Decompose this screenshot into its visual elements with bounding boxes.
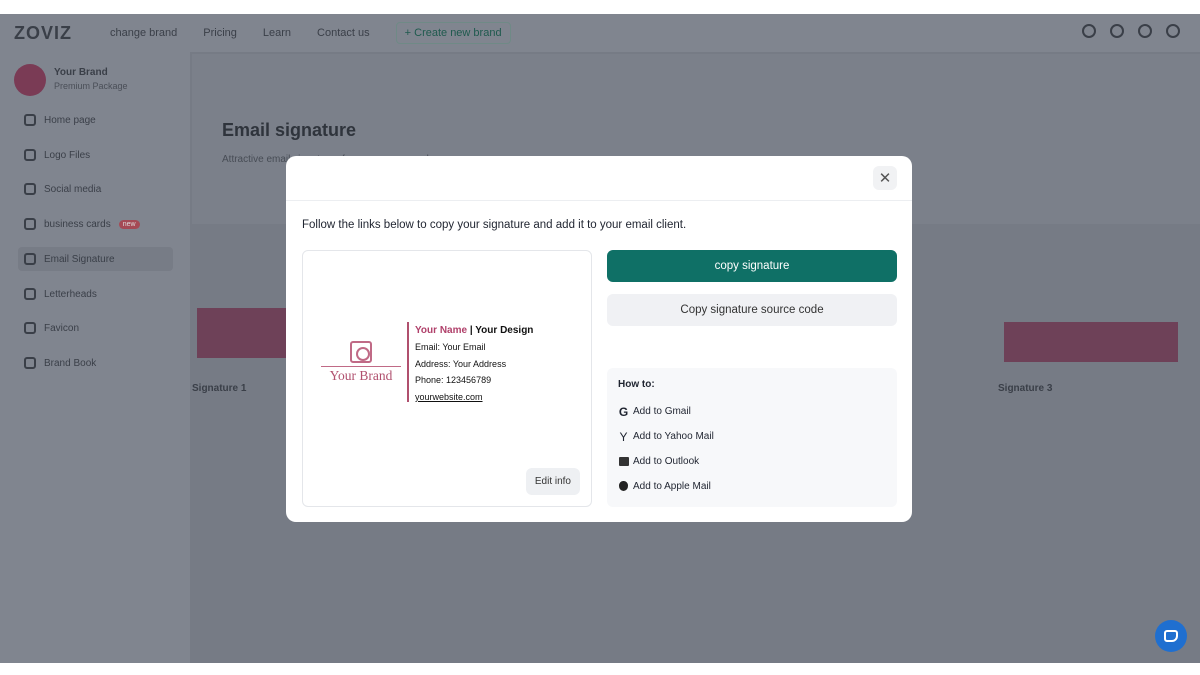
apple-icon [618,480,629,494]
yahoo-icon: Y [619,429,628,444]
brand-plan: Premium Package [54,81,128,91]
how-to-panel: How to: G Add to Gmail Y Add to Yahoo Mail… [607,368,897,507]
top-nav: ZOVIZ change brand Pricing Learn Contact… [0,14,1200,52]
sidebar-item-letterheads[interactable]: Letterheads [24,288,97,300]
modal-header: ✕ [286,156,912,201]
chat-icon [1164,630,1178,642]
brand-logo: Your Brand [321,341,401,384]
signature-1-label: Signature 1 [192,383,247,394]
edit-info-button[interactable]: Edit info [525,468,580,495]
copy-source-code-button[interactable]: Copy signature source code [607,294,897,326]
home-icon [24,114,36,126]
sidebar-item-social[interactable]: Social media [24,183,101,195]
user-icon[interactable] [1166,24,1180,38]
social-icon [24,183,36,195]
sidebar-item-favicon[interactable]: Favicon [24,322,79,334]
page-title: Email signature [222,120,357,140]
signature-details: Your Name | Your Design Email: Your Emai… [415,325,534,402]
settings-icon[interactable] [1138,24,1152,38]
mail-icon [24,253,36,265]
chat-support-button[interactable] [1155,620,1187,652]
logo: ZOVIZ [14,22,72,43]
nav-contact[interactable]: Contact us [317,27,370,39]
sidebar-item-logo-files[interactable]: Logo Files [24,149,90,161]
create-brand-button[interactable]: + Create new brand [395,22,511,44]
sidebar-item-brand-book[interactable]: Brand Book [24,357,96,369]
copy-signature-modal: ✕ Follow the links below to copy your si… [286,156,912,522]
avatar [14,64,46,96]
copy-signature-button[interactable]: copy signature [607,250,897,282]
website-link[interactable]: yourwebsite.com [415,392,483,402]
nav-learn[interactable]: Learn [263,27,291,39]
sidebar: Your Brand Premium Package Home page Log… [0,52,190,663]
outlook-icon [618,455,629,469]
book-icon [24,357,36,369]
help-icon[interactable] [1110,24,1124,38]
card-icon [24,218,36,230]
favicon-icon [24,322,36,334]
sidebar-item-business-cards[interactable]: business cards new [24,218,140,230]
sidebar-item-home[interactable]: Home page [24,114,96,126]
add-to-apple-mail-link[interactable]: Add to Apple Mail [618,474,886,499]
folder-icon [24,149,36,161]
signature-3-label: Signature 3 [998,383,1053,394]
modal-instructions: Follow the links below to copy your sign… [302,219,687,231]
nav-change-brand[interactable]: change brand [110,27,177,39]
brand-name: Your Brand [54,67,108,78]
add-to-outlook-link[interactable]: Add to Outlook [618,449,886,474]
sidebar-item-email-signature[interactable]: Email Signature [18,247,173,271]
signature-card-3[interactable] [1004,322,1178,362]
nav-pricing[interactable]: Pricing [203,27,237,39]
add-to-gmail-link[interactable]: G Add to Gmail [618,399,886,424]
google-icon: G [618,404,629,419]
document-icon [24,288,36,300]
close-button[interactable]: ✕ [873,166,897,190]
brand-seal-icon [350,341,372,363]
signature-divider [407,322,409,402]
new-badge: new [118,219,140,229]
how-to-title: How to: [618,379,655,390]
add-to-yahoo-link[interactable]: Y Add to Yahoo Mail [618,424,886,449]
language-icon[interactable] [1082,24,1096,38]
close-icon: ✕ [878,170,892,187]
signature-preview: Your Brand Your Name | Your Design Email… [302,250,592,507]
